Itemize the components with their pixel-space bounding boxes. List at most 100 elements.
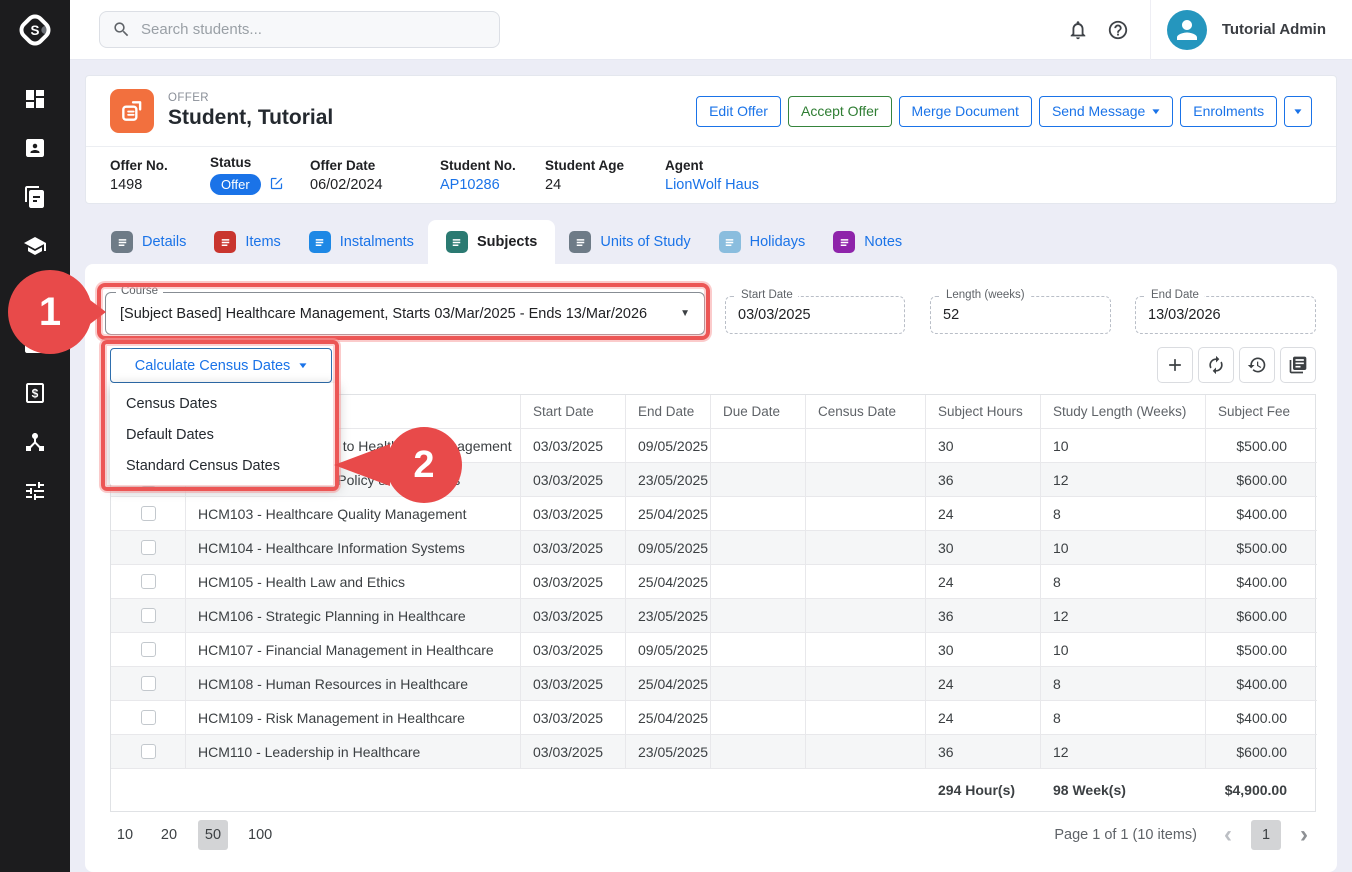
prev-page-button[interactable]: ‹	[1216, 823, 1240, 847]
edit-offer-button[interactable]: Edit Offer	[696, 96, 781, 127]
table-row: HCM103 - Healthcare Quality Management03…	[111, 497, 1315, 531]
student-no-link[interactable]: AP10286	[440, 177, 545, 193]
end-date-cell: 23/05/2025	[626, 599, 711, 633]
sidebar-item-offers[interactable]	[0, 172, 70, 221]
user-avatar[interactable]	[1167, 10, 1207, 50]
edit-status-icon[interactable]	[269, 177, 284, 193]
student-age-field: Student Age 24	[545, 158, 665, 193]
menu-item-standard-census-dates[interactable]: Standard Census Dates	[110, 450, 338, 481]
page-size-10[interactable]: 10	[110, 820, 140, 850]
page-size-50[interactable]: 50	[198, 820, 228, 850]
tab-label: Holidays	[750, 234, 806, 250]
row-checkbox[interactable]	[141, 540, 156, 555]
tab-details[interactable]: Details	[97, 220, 200, 264]
chevron-down-icon: ▼	[1292, 107, 1304, 116]
page-size-20[interactable]: 20	[154, 820, 184, 850]
fee-cell: $400.00	[1206, 701, 1317, 735]
agent-link[interactable]: LionWolf Haus	[665, 177, 759, 193]
weeks-cell: 12	[1041, 735, 1206, 769]
row-checkbox[interactable]	[141, 676, 156, 691]
select-cell	[111, 497, 186, 531]
sidebar-item-calendar[interactable]	[0, 270, 70, 319]
send-message-button[interactable]: Send Message▼	[1039, 96, 1173, 127]
more-actions-button[interactable]: ▼	[1284, 96, 1312, 127]
hours-cell: 24	[926, 565, 1041, 599]
start-date-field: Start Date 03/03/2025	[725, 296, 905, 334]
chevron-down-icon: ▼	[297, 361, 309, 370]
sidebar-item-courses[interactable]	[0, 221, 70, 270]
add-subject-button[interactable]	[1157, 347, 1193, 383]
sidebar-item-settings[interactable]	[0, 466, 70, 515]
history-button[interactable]	[1239, 347, 1275, 383]
sidebar-item-briefcase[interactable]	[0, 319, 70, 368]
copy-list-button[interactable]	[1280, 347, 1316, 383]
briefcase-icon	[23, 332, 47, 356]
col-header-subject-fee: Subject Fee	[1206, 395, 1317, 429]
table-row: HCM110 - Leadership in Healthcare03/03/2…	[111, 735, 1315, 769]
help-button[interactable]	[1098, 10, 1138, 50]
menu-item-census-dates[interactable]: Census Dates	[110, 388, 338, 419]
offer-no-field: Offer No. 1498	[110, 158, 210, 193]
row-checkbox[interactable]	[141, 744, 156, 759]
next-page-button[interactable]: ›	[1292, 823, 1316, 847]
row-checkbox[interactable]	[141, 642, 156, 657]
census-date-cell	[806, 701, 926, 735]
dashboard-icon	[23, 87, 47, 111]
refresh-button[interactable]	[1198, 347, 1234, 383]
merge-document-button[interactable]: Merge Document	[899, 96, 1032, 127]
end-date-cell: 25/04/2025	[626, 565, 711, 599]
user-name[interactable]: Tutorial Admin	[1222, 21, 1326, 38]
due-date-cell	[711, 565, 806, 599]
sidebar-item-agents[interactable]	[0, 417, 70, 466]
tab-notes[interactable]: Notes	[819, 220, 916, 264]
sidebar-item-students[interactable]	[0, 123, 70, 172]
course-select[interactable]: Course [Subject Based] Healthcare Manage…	[105, 292, 705, 335]
row-checkbox[interactable]	[141, 506, 156, 521]
calculate-census-dates-button[interactable]: Calculate Census Dates ▼	[110, 348, 332, 383]
offer-type-label: OFFER	[168, 92, 333, 104]
census-date-cell	[806, 633, 926, 667]
menu-item-default-dates[interactable]: Default Dates	[110, 419, 338, 450]
app-logo[interactable]: S	[0, 0, 70, 60]
start-date-cell: 03/03/2025	[521, 599, 626, 633]
topbar-divider	[1150, 0, 1151, 60]
total-fee: $4,900.00	[1206, 782, 1317, 798]
sidebar-item-dashboard[interactable]	[0, 74, 70, 123]
page-number-button[interactable]: 1	[1251, 820, 1281, 850]
row-checkbox[interactable]	[141, 574, 156, 589]
col-header-end-date: End Date	[626, 395, 711, 429]
offer-date-field: Offer Date 06/02/2024	[310, 158, 440, 193]
due-date-cell	[711, 633, 806, 667]
fee-cell: $400.00	[1206, 667, 1317, 701]
accept-offer-button[interactable]: Accept Offer	[788, 96, 892, 127]
search-box[interactable]	[99, 11, 500, 48]
start-date-cell: 03/03/2025	[521, 633, 626, 667]
fee-cell: $600.00	[1206, 735, 1317, 769]
row-checkbox[interactable]	[141, 608, 156, 623]
weeks-cell: 12	[1041, 463, 1206, 497]
hours-cell: 30	[926, 633, 1041, 667]
details-tab-icon	[111, 231, 133, 253]
tab-subjects[interactable]: Subjects	[428, 220, 555, 264]
enrolments-button[interactable]: Enrolments	[1180, 96, 1277, 127]
row-checkbox[interactable]	[141, 710, 156, 725]
chevron-down-icon: ▼	[680, 308, 690, 319]
due-date-cell	[711, 599, 806, 633]
agents-icon	[23, 430, 47, 454]
tab-holidays[interactable]: Holidays	[705, 220, 820, 264]
col-header-subject-hours: Subject Hours	[926, 395, 1041, 429]
courses-icon	[23, 234, 47, 258]
search-input[interactable]	[141, 21, 487, 38]
tab-instalments[interactable]: Instalments	[295, 220, 428, 264]
agent-field: Agent LionWolf Haus	[665, 158, 759, 193]
hours-cell: 36	[926, 463, 1041, 497]
total-hours: 294 Hour(s)	[926, 782, 1041, 798]
tab-items[interactable]: Items	[200, 220, 294, 264]
page-size-100[interactable]: 100	[242, 820, 278, 850]
tab-units-of-study[interactable]: Units of Study	[555, 220, 704, 264]
select-cell	[111, 531, 186, 565]
table-row: HCM108 - Human Resources in Healthcare03…	[111, 667, 1315, 701]
totals-row: 294 Hour(s) 98 Week(s) $4,900.00	[111, 769, 1315, 812]
sidebar-item-invoices[interactable]: $	[0, 368, 70, 417]
notifications-button[interactable]	[1058, 10, 1098, 50]
